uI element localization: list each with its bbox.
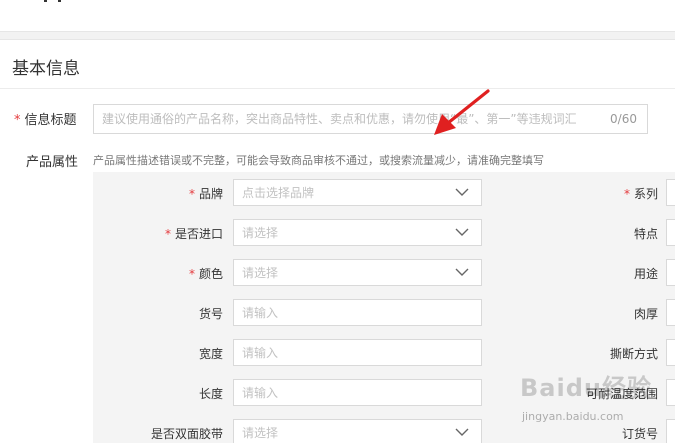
attribute-label-text: 宽度: [198, 347, 223, 361]
chevron-down-icon: [455, 188, 469, 196]
attribute-label-text: 颜色: [198, 267, 223, 281]
attribute-label: * 是否进口: [103, 225, 223, 242]
section-gap: [0, 32, 675, 40]
attribute-field-input[interactable]: [234, 340, 481, 365]
attribute-label: 撕断方式: [578, 345, 658, 362]
attribute-field-input[interactable]: [234, 300, 481, 325]
attribute-label-text: 长度: [198, 387, 223, 401]
attribute-input[interactable]: [233, 339, 482, 366]
attribute-input[interactable]: [666, 299, 675, 326]
info-title-field[interactable]: 0/60: [93, 104, 648, 134]
attribute-label: 特点: [578, 225, 658, 242]
attribute-label: * 系列: [578, 185, 658, 202]
watermark-url: jingyan.baidu.com: [522, 410, 624, 423]
attribute-input[interactable]: [233, 379, 482, 406]
attribute-label: 用途: [578, 265, 658, 282]
attribute-input[interactable]: [666, 339, 675, 366]
section-title: 基本信息: [12, 59, 80, 79]
section-divider: [0, 88, 675, 89]
header-text-fragment: [40, 0, 70, 4]
info-title-input[interactable]: [94, 105, 584, 133]
attribute-select[interactable]: [233, 179, 482, 206]
attribute-label: * 颜色: [103, 265, 223, 282]
attribute-label-text: 是否双面胶带: [150, 427, 223, 441]
attribute-label: 货号: [103, 305, 223, 322]
attribute-label-text: 货号: [198, 307, 223, 321]
attribute-label: 是否双面胶带: [103, 425, 223, 442]
attribute-label-text: 特点: [633, 227, 658, 241]
attribute-select[interactable]: [233, 259, 482, 286]
info-title-label-text: 信息标题: [24, 113, 77, 128]
attribute-label: 长度: [103, 385, 223, 402]
chevron-down-icon: [455, 228, 469, 236]
attribute-input[interactable]: [233, 299, 482, 326]
attribute-label-text: 肉厚: [633, 307, 658, 321]
attribute-field-input[interactable]: [234, 180, 481, 205]
baidu-watermark: Baidu经验 jingyan.baidu.com: [520, 368, 670, 438]
top-header-strip: [0, 0, 675, 32]
attribute-label: 宽度: [103, 345, 223, 362]
attribute-label-text: 品牌: [198, 187, 223, 201]
attribute-input[interactable]: [666, 219, 675, 246]
required-mark: *: [14, 113, 21, 128]
required-mark: *: [188, 187, 195, 201]
watermark-text: Baidu经验: [520, 374, 652, 402]
required-mark: *: [623, 187, 630, 201]
attribute-field-input[interactable]: [234, 260, 481, 285]
attribute-field-input[interactable]: [234, 220, 481, 245]
attribute-label: * 品牌: [103, 185, 223, 202]
attribute-select[interactable]: [233, 219, 482, 246]
red-arrow-icon: [434, 89, 490, 135]
product-attributes-label: 产品属性: [26, 155, 79, 170]
product-attributes-hint: 产品属性描述错误或不完整，可能会导致商品审核不通过，或搜索流量减少，请准确完整填…: [93, 154, 544, 167]
attribute-input[interactable]: [666, 259, 675, 286]
attribute-input[interactable]: [666, 179, 675, 206]
attribute-field-input[interactable]: [234, 380, 481, 405]
attribute-label-text: 系列: [633, 187, 658, 201]
attribute-field-input[interactable]: [234, 420, 481, 443]
attribute-label-text: 用途: [633, 267, 658, 281]
attribute-label-text: 是否进口: [174, 227, 223, 241]
required-mark: *: [164, 227, 171, 241]
required-mark: *: [188, 267, 195, 281]
char-counter: 0/60: [610, 112, 637, 126]
attribute-label: 肉厚: [578, 305, 658, 322]
info-title-label: * 信息标题: [14, 109, 77, 128]
chevron-down-icon: [455, 428, 469, 436]
attribute-select[interactable]: [233, 419, 482, 443]
attribute-label-text: 撕断方式: [609, 347, 658, 361]
chevron-down-icon: [455, 268, 469, 276]
